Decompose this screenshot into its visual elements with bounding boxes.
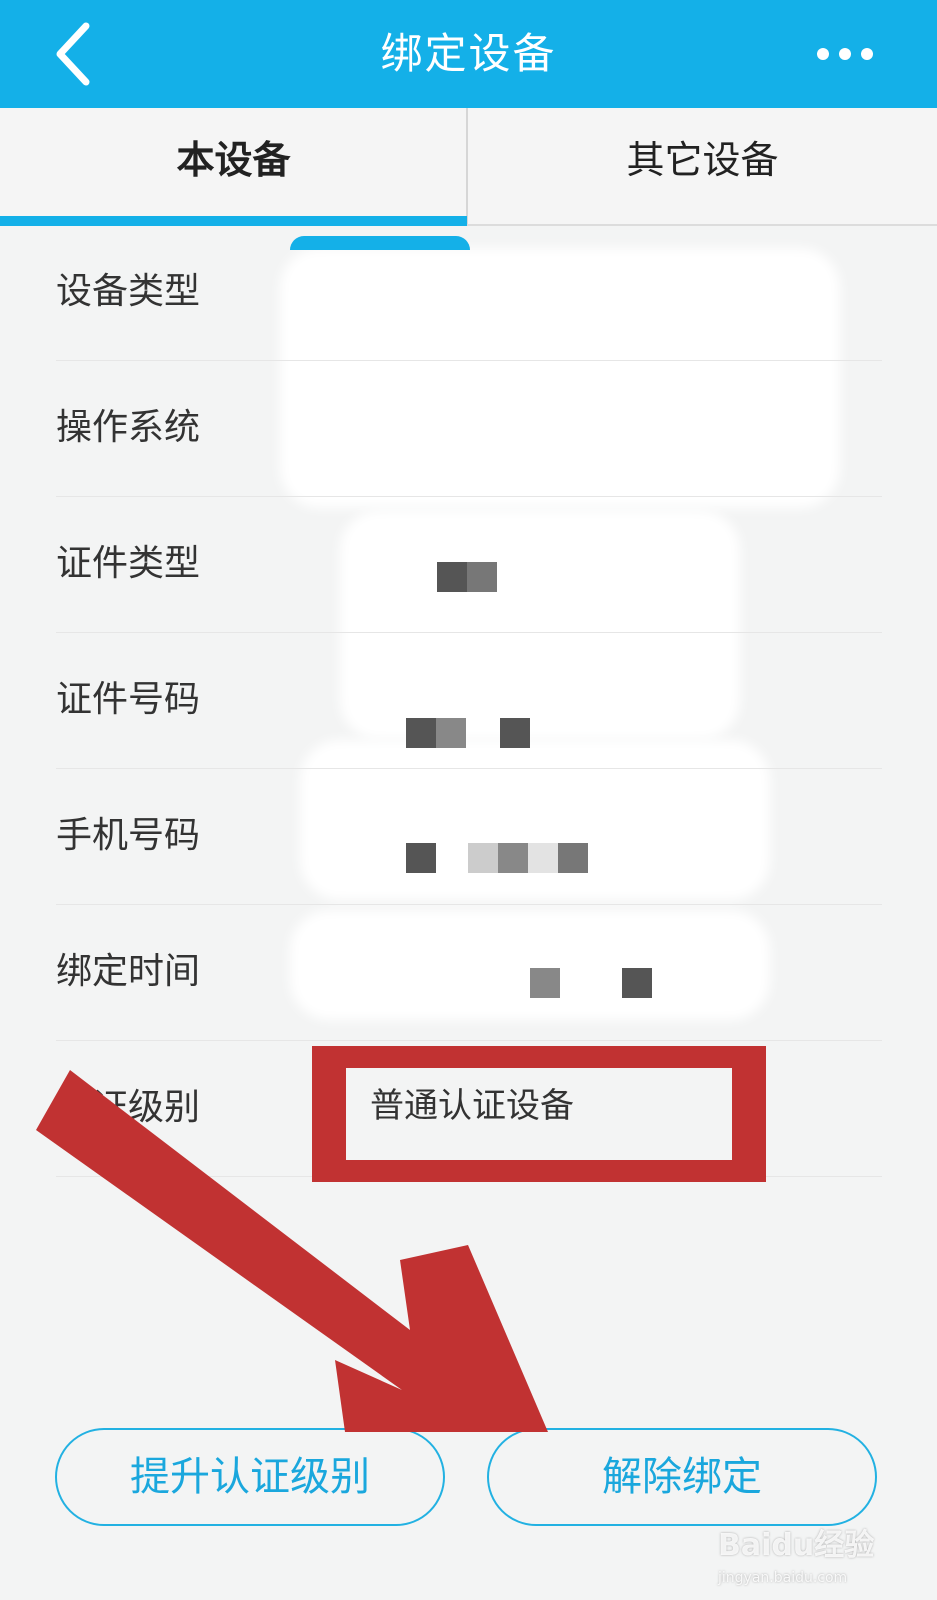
id-type-label: 证件类型 xyxy=(56,543,201,584)
id-number-label: 证件号码 xyxy=(56,679,201,720)
row-id-number: 证件号码 xyxy=(56,632,882,769)
redacted-pixel xyxy=(436,718,466,748)
tab-other-devices[interactable]: 其它设备 xyxy=(468,108,937,224)
row-device-type: 设备类型 xyxy=(56,224,882,361)
row-bind-time: 绑定时间 xyxy=(56,904,882,1041)
page-title: 绑定设备 xyxy=(380,29,557,78)
upgrade-auth-level-button[interactable]: 提升认证级别 xyxy=(55,1428,445,1526)
auth-level-label: 认证级别 xyxy=(56,1087,201,1128)
auth-level-value: 普通认证设备 xyxy=(370,1086,574,1126)
redacted-pixel xyxy=(530,968,560,998)
row-os: 操作系统 xyxy=(56,360,882,497)
redacted-pixel xyxy=(468,843,498,873)
more-dots-icon xyxy=(817,48,873,60)
unbind-button[interactable]: 解除绑定 xyxy=(487,1428,877,1526)
baidu-watermark-url: jingyan.baidu.com xyxy=(718,1570,848,1586)
redacted-pixel xyxy=(406,718,436,748)
redacted-pixel xyxy=(558,843,588,873)
redacted-pixel xyxy=(622,968,652,998)
app-header: 绑定设备 xyxy=(0,0,937,108)
os-label: 操作系统 xyxy=(56,407,201,448)
redacted-pixel xyxy=(500,718,530,748)
redacted-pixel xyxy=(437,562,467,592)
redacted-pixel xyxy=(467,562,497,592)
redacted-pixel xyxy=(406,843,436,873)
device-type-label: 设备类型 xyxy=(56,271,201,312)
row-phone: 手机号码 xyxy=(56,768,882,905)
phone-label: 手机号码 xyxy=(56,815,201,856)
redacted-pixel xyxy=(528,843,558,873)
tab-bar: 本设备 其它设备 xyxy=(0,108,937,226)
bind-time-label: 绑定时间 xyxy=(56,951,201,992)
more-button[interactable] xyxy=(807,30,887,80)
redacted-pixel xyxy=(498,843,528,873)
tab-this-device[interactable]: 本设备 xyxy=(0,108,467,224)
